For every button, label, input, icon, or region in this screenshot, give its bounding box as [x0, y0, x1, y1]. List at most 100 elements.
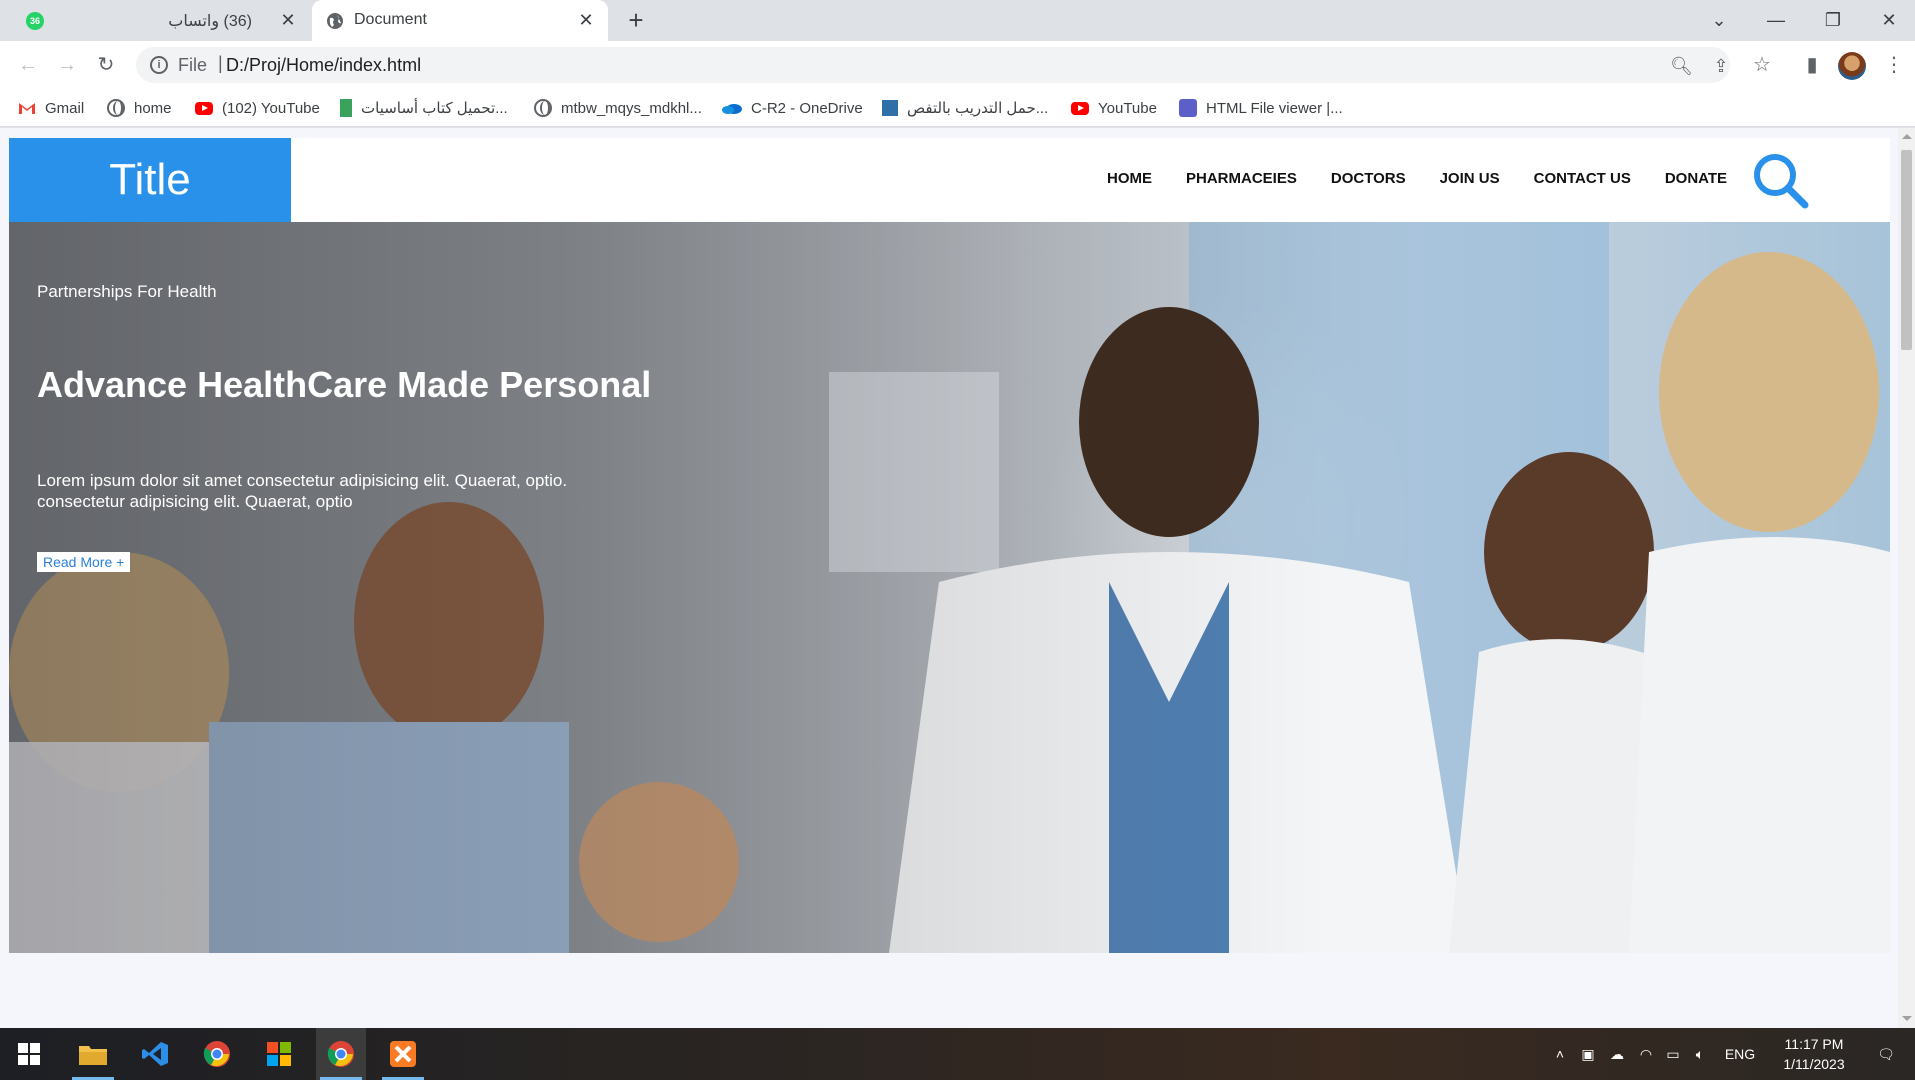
tray-chevron-icon[interactable]: ˄ [1548, 1028, 1572, 1080]
site-header: Title HOME PHARMACEIES DOCTORS JOIN US C… [9, 138, 1890, 222]
menu-kebab-icon[interactable]: ⋮ [1880, 51, 1908, 79]
minimize-button[interactable]: — [1753, 4, 1799, 36]
taskbar-vscode[interactable] [130, 1028, 180, 1080]
hero-banner: Partnerships For Health Advance HealthCa… [9, 222, 1890, 953]
clock-date: 1/11/2023 [1783, 1056, 1845, 1072]
close-window-button[interactable]: ✕ [1866, 4, 1912, 36]
bookmark-label: mtbw_mqys_mdkhl... [561, 99, 702, 117]
tab-document[interactable]: Document ✕ [312, 0, 608, 41]
nav-join-us[interactable]: JOIN US [1440, 170, 1500, 187]
taskbar: ˄ ▣ ☁ ◠ ▭ 🔈︎ ENG 11:17 PM 1/11/2023 🗨︎ [0, 1028, 1915, 1080]
bookmark-label: Gmail [45, 99, 85, 117]
bookmarks-bar: Gmail home (102) YouTube تحميل كتاب أساس… [0, 89, 1915, 127]
bookmark-youtube[interactable]: YouTube [1071, 97, 1157, 119]
globe-icon [327, 13, 343, 29]
gmail-icon [19, 103, 35, 114]
close-icon[interactable]: ✕ [576, 10, 596, 30]
tab-strip: 36 (36) واتساب ✕ Document ✕ + ⌄ — ❐ ✕ [0, 0, 1915, 41]
scroll-thumb[interactable] [1901, 150, 1912, 350]
taskbar-file-explorer[interactable] [68, 1028, 118, 1080]
taskbar-chrome[interactable] [192, 1028, 242, 1080]
notifications-icon[interactable]: 🗨︎ [1866, 1028, 1906, 1080]
nav-doctors[interactable]: DOCTORS [1331, 170, 1406, 187]
bookmark-training[interactable]: حمل التدريب بالتفص... [882, 97, 1048, 119]
forward-button[interactable]: → [53, 51, 81, 79]
windows-icon [18, 1043, 40, 1065]
globe-icon [534, 99, 552, 117]
doc-icon [882, 100, 898, 116]
clock[interactable]: 11:17 PM 1/11/2023 [1766, 1028, 1862, 1080]
taskbar-chrome-active[interactable] [316, 1028, 366, 1080]
volume-icon[interactable]: 🔈︎ [1688, 1028, 1712, 1080]
nav-donate[interactable]: DONATE [1665, 170, 1727, 187]
nav-pharmacies[interactable]: PHARMACEIES [1186, 170, 1297, 187]
bookmark-home[interactable]: home [107, 97, 172, 119]
url-scheme: File [178, 55, 208, 75]
page-scrollbar[interactable] [1898, 128, 1915, 1028]
hero-kicker: Partnerships For Health [37, 282, 217, 301]
onedrive-tray-icon[interactable]: ☁ [1604, 1028, 1630, 1080]
search-icon[interactable] [1750, 150, 1812, 212]
bookmark-label: (102) YouTube [222, 99, 320, 117]
bookmark-youtube-102[interactable]: (102) YouTube [195, 97, 320, 119]
site-logo[interactable]: Title [9, 138, 291, 222]
browser-toolbar: ← → ↻ i File | D:/Proj/Home/index.html 🔍… [0, 41, 1915, 89]
back-button[interactable]: ← [14, 51, 42, 79]
info-icon[interactable]: i [150, 56, 168, 74]
youtube-icon [1071, 101, 1089, 115]
tab-title: (36) واتساب [168, 13, 252, 30]
page-viewport: Title HOME PHARMACEIES DOCTORS JOIN US C… [0, 128, 1915, 1028]
main-nav: HOME PHARMACEIES DOCTORS JOIN US CONTACT… [1107, 170, 1761, 187]
hero-text: Lorem ipsum dolor sit amet consectetur a… [37, 471, 568, 511]
taskbar-xampp[interactable] [378, 1028, 428, 1080]
address-bar[interactable]: i File | D:/Proj/Home/index.html 🔍︎ ⇪ [136, 47, 1730, 83]
nav-contact-us[interactable]: CONTACT US [1534, 170, 1631, 187]
teams-icon [1179, 99, 1197, 117]
bookmark-label: HTML File viewer |... [1206, 99, 1343, 117]
store-icon [267, 1042, 291, 1066]
bookmark-label: تحميل كتاب أساسيات... [361, 100, 508, 117]
bookmark-gmail[interactable]: Gmail [18, 97, 84, 119]
restore-button[interactable]: ❐ [1810, 4, 1856, 36]
tab-search-chevron-icon[interactable]: ⌄ [1696, 4, 1742, 36]
bookmark-mtbw[interactable]: mtbw_mqys_mdkhl... [534, 97, 702, 119]
taskbar-store[interactable] [254, 1028, 304, 1080]
folder-icon [79, 1046, 107, 1065]
language-indicator[interactable]: ENG [1718, 1028, 1762, 1080]
book-icon [340, 99, 352, 117]
tab-whatsapp[interactable]: 36 (36) واتساب ✕ [12, 0, 310, 41]
bookmark-label: home [134, 99, 172, 117]
battery-icon[interactable]: ▭ [1660, 1028, 1686, 1080]
bookmark-onedrive[interactable]: C-R2 - OneDrive [722, 97, 863, 119]
read-more-button[interactable]: Read More + [37, 552, 131, 572]
avatar[interactable] [1838, 52, 1866, 80]
zoom-icon[interactable]: 🔍︎ [1670, 55, 1693, 77]
reload-button[interactable]: ↻ [92, 51, 120, 79]
start-button[interactable] [4, 1028, 54, 1080]
chrome-icon [327, 1041, 354, 1067]
whatsapp-badge-icon: 36 [26, 12, 44, 30]
url-separator: | [218, 53, 223, 73]
wifi-icon[interactable]: ◠ [1634, 1028, 1658, 1080]
scroll-down-arrow-icon[interactable] [1902, 1016, 1912, 1021]
hero-overlay [9, 222, 1890, 953]
hero-title: Advance HealthCare Made Personal [37, 364, 652, 405]
bookmark-html-viewer[interactable]: HTML File viewer |... [1179, 97, 1343, 119]
url-text: D:/Proj/Home/index.html [226, 55, 422, 75]
bookmark-star-icon[interactable]: ☆ [1748, 51, 1776, 79]
globe-icon [107, 99, 125, 117]
close-icon[interactable]: ✕ [278, 10, 298, 30]
scroll-up-arrow-icon[interactable] [1902, 134, 1912, 139]
bookmark-label: C-R2 - OneDrive [751, 99, 863, 117]
side-panel-icon[interactable]: ▮ [1798, 51, 1826, 79]
bookmark-book[interactable]: تحميل كتاب أساسيات... [340, 97, 508, 119]
xampp-icon [390, 1041, 416, 1067]
vscode-icon [142, 1042, 168, 1066]
nav-home[interactable]: HOME [1107, 170, 1152, 187]
clock-time: 11:17 PM [1784, 1036, 1844, 1052]
meet-now-icon[interactable]: ▣ [1576, 1028, 1600, 1080]
youtube-icon [195, 101, 213, 115]
share-icon[interactable]: ⇪ [1710, 55, 1732, 77]
bookmark-label: YouTube [1098, 99, 1157, 117]
new-tab-button[interactable]: + [622, 7, 650, 34]
